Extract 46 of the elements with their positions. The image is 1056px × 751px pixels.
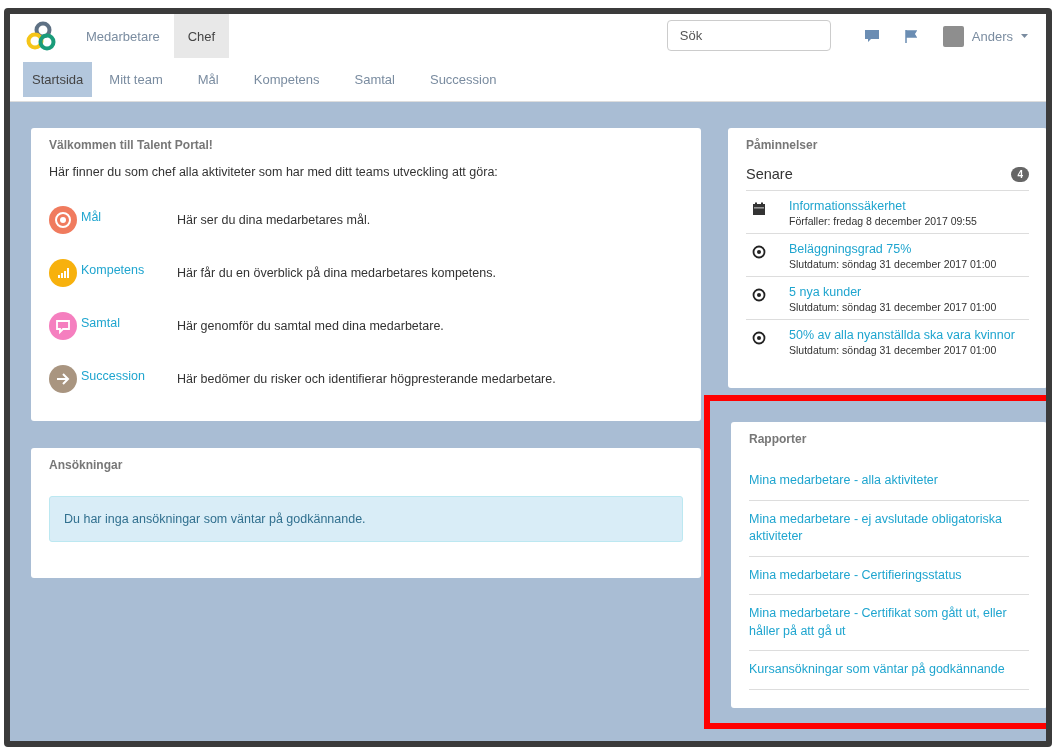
logo-icon[interactable] bbox=[24, 20, 58, 52]
reminder-date: Förfaller: fredag 8 december 2017 09:55 bbox=[789, 215, 977, 227]
group-heading: Senare bbox=[746, 166, 793, 182]
activity-link[interactable]: Mål bbox=[81, 209, 177, 224]
reminder-date: Slutdatum: söndag 31 december 2017 01:00 bbox=[789, 301, 997, 313]
reminder-date: Slutdatum: söndag 31 december 2017 01:00 bbox=[789, 344, 998, 356]
target-icon bbox=[752, 288, 766, 302]
nav-tab[interactable]: Samtal bbox=[345, 62, 404, 97]
top-nav-item[interactable]: Medarbetare bbox=[72, 14, 174, 58]
activity-description: Här ser du dina medarbetares mål. bbox=[177, 212, 371, 227]
reminder-link[interactable]: 5 nya kunder bbox=[789, 285, 997, 299]
card-title: Rapporter bbox=[749, 432, 808, 446]
activity-description: Här bedömer du risker och identifierar högpresterande medarbetare. bbox=[177, 371, 556, 386]
activity-description: Här får du en överblick på dina medarbetares kompetens. bbox=[177, 265, 496, 280]
intro-text: Här finner du som chef alla aktiviteter som har med ditt teams utveckling att göra: bbox=[49, 165, 499, 179]
card-title: Påminnelser bbox=[746, 138, 819, 152]
nav-tab[interactable]: Succession bbox=[420, 62, 506, 97]
activity-link[interactable]: Succession bbox=[81, 368, 177, 383]
avatar bbox=[942, 25, 964, 47]
target-icon bbox=[752, 331, 766, 345]
report-link[interactable]: Kursansökningar som väntar på godkännande bbox=[749, 651, 1029, 690]
nav-tab[interactable]: Kompetens bbox=[244, 62, 329, 97]
user-menu[interactable]: Anders bbox=[936, 14, 1034, 58]
report-link[interactable]: Mina medarbetare - Certifikat som gått ut, eller håller på att gå ut bbox=[749, 595, 1029, 651]
activity-link[interactable]: Samtal bbox=[81, 315, 177, 330]
card-title: Ansökningar bbox=[49, 458, 124, 472]
reminder-link[interactable]: 50% av alla nyanställda ska vara kvinnor bbox=[789, 328, 1015, 342]
info-message: Du har inga ansökningar som väntar på godkännande. bbox=[49, 496, 683, 542]
search-field[interactable]: Sök bbox=[666, 20, 831, 51]
report-link[interactable]: Mina medarbetare - ej avslutade obligatoriska aktiviteter bbox=[749, 500, 1029, 557]
card-title: Välkommen till Talent Portal! bbox=[49, 138, 214, 152]
top-nav-item[interactable]: Chef bbox=[173, 14, 230, 58]
target-icon bbox=[752, 245, 766, 259]
activity-description: Här genomför du samtal med dina medarbetare. bbox=[177, 318, 444, 333]
count-badge: 4 bbox=[1011, 166, 1029, 182]
report-link[interactable]: Mina medarbetare - Certifieringsstatus bbox=[749, 556, 1029, 595]
caret-icon bbox=[1021, 34, 1028, 38]
reminder-link[interactable]: Beläggningsgrad 75% bbox=[789, 242, 997, 256]
nav-tab[interactable]: Mitt team bbox=[100, 62, 172, 97]
nav-tab[interactable]: Startsida bbox=[23, 62, 93, 97]
report-link[interactable]: Mina medarbetare - alla aktiviteter bbox=[749, 462, 1029, 501]
reminder-date: Slutdatum: söndag 31 december 2017 01:00 bbox=[789, 258, 997, 270]
reminder-link[interactable]: Informationssäkerhet bbox=[789, 199, 977, 213]
nav-tab[interactable]: Mål bbox=[188, 62, 228, 97]
activity-link[interactable]: Kompetens bbox=[81, 262, 177, 277]
calendar-icon bbox=[752, 202, 766, 216]
